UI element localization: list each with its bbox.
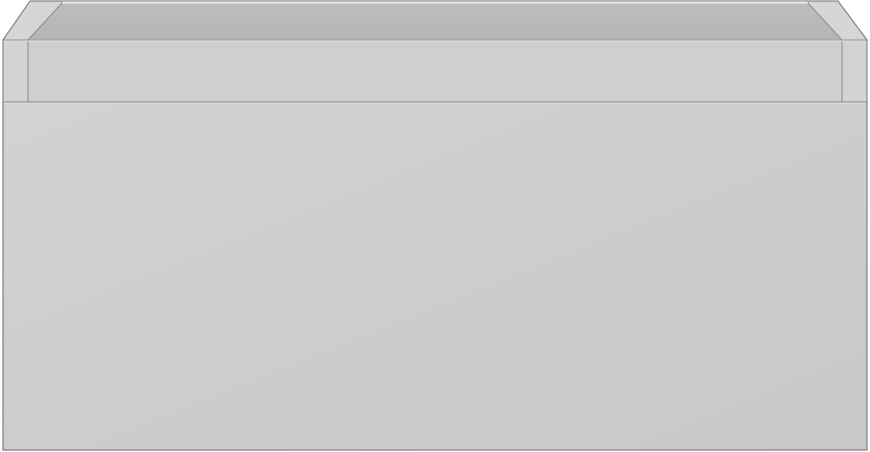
drawer-front-lip bbox=[27, 39, 843, 103]
drawer-right-lip-side bbox=[841, 39, 868, 103]
drawer-left-lip-side bbox=[2, 39, 29, 103]
drawer-illustration bbox=[2, 0, 868, 451]
drawer-front-panel bbox=[2, 101, 868, 451]
drawer-inner-back-wall bbox=[26, 2, 844, 41]
drawer-scene bbox=[0, 0, 870, 452]
